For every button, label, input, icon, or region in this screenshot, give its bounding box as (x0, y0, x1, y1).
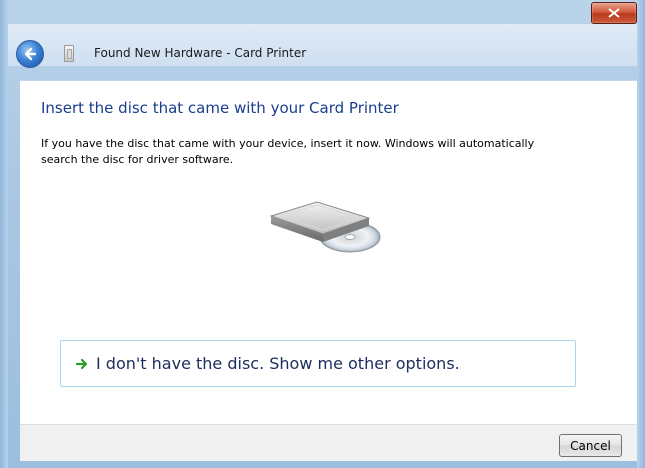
window-title: Found New Hardware - Card Printer (94, 46, 307, 60)
cancel-button[interactable]: Cancel (559, 434, 622, 457)
no-disc-option-label: I don't have the disc. Show me other opt… (96, 354, 460, 373)
arrow-right-icon (74, 356, 90, 372)
back-button[interactable] (16, 40, 44, 68)
close-button[interactable] (591, 2, 637, 24)
page-heading: Insert the disc that came with your Card… (41, 99, 399, 117)
command-bar (20, 424, 637, 461)
device-icon (64, 45, 74, 62)
no-disc-option[interactable]: I don't have the disc. Show me other opt… (60, 340, 576, 387)
back-arrow-icon (24, 47, 37, 61)
window-frame-right (637, 0, 645, 468)
disc-drive-icon (269, 201, 381, 253)
window-frame-left (0, 0, 8, 468)
close-icon (608, 8, 620, 18)
instruction-text: If you have the disc that came with your… (41, 137, 535, 166)
